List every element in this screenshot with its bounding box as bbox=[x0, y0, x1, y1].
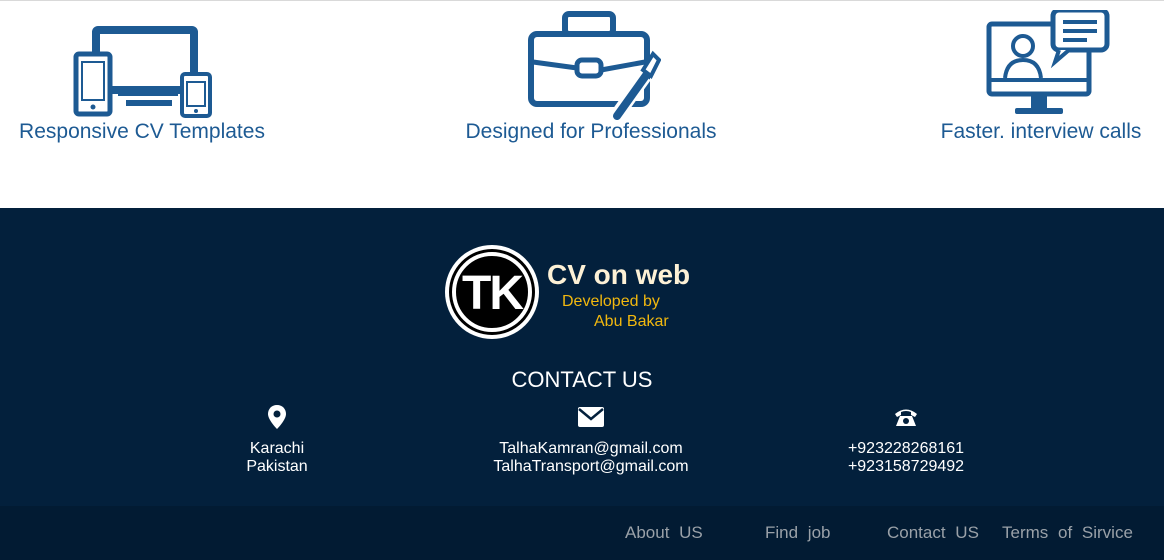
feature-label: Responsive CV Templates bbox=[19, 120, 265, 143]
contact-phone: +923228268161 +923158729492 bbox=[826, 402, 986, 476]
feature-responsive-templates: Responsive CV Templates bbox=[14, 10, 270, 144]
location-country: Pakistan bbox=[246, 458, 308, 475]
email-secondary[interactable]: TalhaTransport@gmail.com bbox=[470, 458, 712, 476]
site-footer: TK CV on web Developed by Abu Bakar CONT… bbox=[0, 208, 1164, 506]
brand-title: CV on web bbox=[547, 259, 691, 290]
feature-faster-interview: Faster. interview calls bbox=[934, 10, 1148, 144]
brand-developed-by: Developed by bbox=[562, 293, 660, 310]
contact-title: CONTACT US bbox=[511, 367, 653, 392]
phone-primary[interactable]: +923228268161 bbox=[826, 440, 986, 458]
nav-about-us[interactable]: About US bbox=[625, 523, 703, 543]
bottom-nav-bar: About US Find job Contact US Terms of Si… bbox=[0, 506, 1164, 560]
phone-secondary[interactable]: +923158729492 bbox=[826, 458, 986, 476]
contact-location: Karachi Pakistan bbox=[196, 402, 358, 476]
feature-designed-professionals: Designed for Professionals bbox=[458, 10, 724, 144]
feature-label: Designed for Professionals bbox=[465, 120, 717, 143]
email-primary[interactable]: TalhaKamran@gmail.com bbox=[470, 440, 712, 458]
briefcase-brush-icon bbox=[528, 11, 661, 120]
brand-logo[interactable]: TK bbox=[445, 245, 539, 339]
nav-find-job[interactable]: Find job bbox=[765, 523, 830, 543]
top-divider bbox=[0, 0, 1164, 1]
contact-email: TalhaKamran@gmail.com TalhaTransport@gma… bbox=[470, 402, 712, 476]
feature-label: Faster. interview calls bbox=[940, 120, 1142, 143]
location-pin-icon bbox=[268, 405, 286, 429]
telephone-icon bbox=[895, 409, 917, 426]
location-city: Karachi bbox=[249, 440, 305, 457]
envelope-icon bbox=[578, 407, 604, 427]
nav-contact-us[interactable]: Contact US bbox=[887, 523, 979, 543]
video-interview-icon bbox=[986, 10, 1110, 114]
brand-developer: Abu Bakar bbox=[594, 313, 669, 330]
tk-logo-icon: TK bbox=[449, 249, 535, 335]
devices-icon bbox=[73, 26, 212, 118]
nav-terms-of-service[interactable]: Terms of Sirvice bbox=[1002, 523, 1133, 543]
logo-text: TK bbox=[462, 267, 524, 320]
